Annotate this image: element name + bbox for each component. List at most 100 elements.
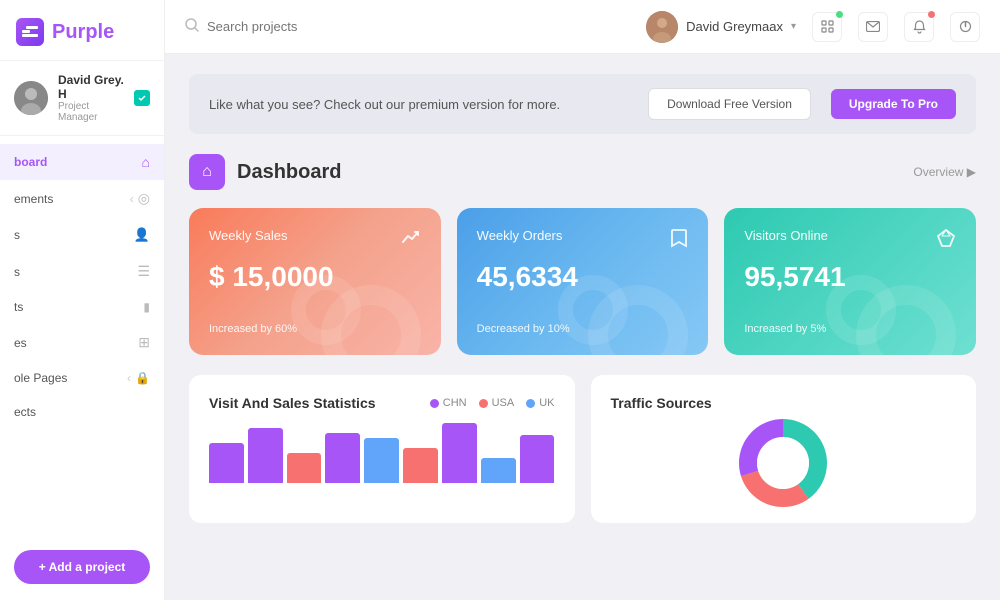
lock-icon: 🔒 bbox=[135, 371, 150, 385]
upgrade-button[interactable]: Upgrade To Pro bbox=[831, 89, 956, 119]
list-icon: ☰ bbox=[137, 263, 150, 280]
legend-chn: CHN bbox=[430, 397, 467, 409]
dashboard-overview[interactable]: Overview ▶ bbox=[913, 165, 976, 179]
sidebar-item-dashboard[interactable]: board ⌂ bbox=[0, 144, 164, 180]
search-wrap bbox=[185, 18, 630, 35]
nav-label-tables: es bbox=[14, 336, 27, 350]
sidebar-user: David Grey. H Project Manager bbox=[0, 61, 164, 136]
topbar: David Greymaax ▾ bbox=[165, 0, 1000, 54]
legend-label-uk: UK bbox=[539, 397, 554, 409]
card-title-visitors: Visitors Online bbox=[744, 228, 828, 243]
logo-icon bbox=[16, 18, 44, 46]
bookmark-icon bbox=[670, 228, 688, 253]
bar-7 bbox=[442, 423, 477, 483]
legend-uk: UK bbox=[526, 397, 554, 409]
nav-label-contacts: s bbox=[14, 228, 20, 242]
bell-badge bbox=[928, 11, 935, 18]
card-change-sales: Increased by 60% bbox=[209, 323, 421, 335]
stat-card-sales: Weekly Sales $ 15,0000 Increased by 60% bbox=[189, 208, 441, 355]
visit-stats-title: Visit And Sales Statistics bbox=[209, 395, 376, 411]
bar-3 bbox=[287, 453, 322, 483]
donut-chart bbox=[611, 423, 957, 503]
stat-cards: Weekly Sales $ 15,0000 Increased by 60% bbox=[189, 208, 976, 355]
user-role: Project Manager bbox=[58, 101, 124, 123]
dot-chn bbox=[430, 399, 439, 408]
logo-area: Purple bbox=[0, 0, 164, 61]
legend-label-chn: CHN bbox=[443, 397, 467, 409]
main-content: David Greymaax ▾ bbox=[165, 0, 1000, 600]
sidebar-item-charts[interactable]: ts ▮ bbox=[0, 290, 164, 324]
avatar bbox=[14, 81, 48, 115]
power-button[interactable] bbox=[950, 12, 980, 42]
promo-text: Like what you see? Check out our premium… bbox=[209, 97, 628, 112]
user-name: David Grey. H bbox=[58, 73, 124, 101]
sidebar-item-contacts[interactable]: s 👤 bbox=[0, 217, 164, 253]
bar-4 bbox=[325, 433, 360, 483]
bottom-grid: Visit And Sales Statistics CHN USA UK bbox=[189, 375, 976, 523]
sidebar-item-elements[interactable]: ements ‹ ◎ bbox=[0, 180, 164, 217]
topbar-avatar bbox=[646, 11, 678, 43]
chevron-down-icon: ▾ bbox=[791, 21, 796, 32]
bar-2 bbox=[248, 428, 283, 483]
nav-label-projects: ects bbox=[14, 405, 36, 419]
bar-1 bbox=[209, 443, 244, 483]
sidebar-item-pages[interactable]: ole Pages ‹ 🔒 bbox=[0, 361, 164, 395]
user-info: David Grey. H Project Manager bbox=[58, 73, 124, 123]
app-name: Purple bbox=[52, 21, 114, 44]
topbar-username: David Greymaax bbox=[686, 19, 783, 34]
stat-card-visitors: Visitors Online 95,5741 Increased by 5% bbox=[724, 208, 976, 355]
sidebar-item-lists[interactable]: s ☰ bbox=[0, 253, 164, 290]
nav-label-pages: ole Pages bbox=[14, 371, 67, 385]
bell-button[interactable] bbox=[904, 12, 934, 42]
traffic-sources-title: Traffic Sources bbox=[611, 395, 712, 411]
sidebar-item-projects[interactable]: ects bbox=[0, 395, 164, 429]
visit-stats-card: Visit And Sales Statistics CHN USA UK bbox=[189, 375, 575, 523]
nav-label-charts: ts bbox=[14, 300, 23, 314]
search-input[interactable] bbox=[207, 19, 407, 34]
sidebar-item-tables[interactable]: es ⊞ bbox=[0, 324, 164, 361]
bar-6 bbox=[403, 448, 438, 483]
search-icon bbox=[185, 18, 199, 35]
dot-usa bbox=[479, 399, 488, 408]
bar-5 bbox=[364, 438, 399, 483]
dot-uk bbox=[526, 399, 535, 408]
card-change-visitors: Increased by 5% bbox=[744, 323, 956, 335]
add-project-button[interactable]: + Add a project bbox=[14, 550, 150, 584]
bar-8 bbox=[481, 458, 516, 483]
legend-usa: USA bbox=[479, 397, 515, 409]
user-badge bbox=[134, 90, 150, 106]
dashboard-header: ⌂ Dashboard Overview ▶ bbox=[189, 154, 976, 190]
download-button[interactable]: Download Free Version bbox=[648, 88, 811, 120]
promo-banner: Like what you see? Check out our premium… bbox=[189, 74, 976, 134]
traffic-sources-card: Traffic Sources bbox=[591, 375, 977, 523]
contact-icon: 👤 bbox=[134, 227, 150, 243]
bar-chart bbox=[209, 423, 555, 483]
chevron-left-icon: ‹ bbox=[130, 192, 134, 206]
nav-label-dashboard: board bbox=[14, 155, 47, 169]
sidebar-nav: board ⌂ ements ‹ ◎ s 👤 s ☰ bbox=[0, 136, 164, 540]
mail-button[interactable] bbox=[858, 12, 888, 42]
expand-button[interactable] bbox=[812, 12, 842, 42]
topbar-user[interactable]: David Greymaax ▾ bbox=[646, 11, 796, 43]
visit-stats-legend: CHN USA UK bbox=[430, 397, 555, 409]
nav-label-elements: ements bbox=[14, 192, 53, 206]
chart-icon: ▮ bbox=[143, 300, 150, 314]
dashboard-icon: ⌂ bbox=[189, 154, 225, 190]
card-change-orders: Decreased by 10% bbox=[477, 323, 689, 335]
topbar-right: David Greymaax ▾ bbox=[646, 11, 980, 43]
chevron-left-pages-icon: ‹ bbox=[127, 371, 131, 385]
dashboard-title-wrap: ⌂ Dashboard bbox=[189, 154, 341, 190]
stat-card-orders: Weekly Orders 45,6334 Decreased by 10% bbox=[457, 208, 709, 355]
sidebar: Purple David Grey. H Project Manager boa… bbox=[0, 0, 165, 600]
chart-trend-icon bbox=[401, 228, 421, 253]
home-icon: ⌂ bbox=[142, 154, 150, 170]
diamond-icon bbox=[936, 228, 956, 253]
card-title-sales: Weekly Sales bbox=[209, 228, 288, 243]
content-area: Like what you see? Check out our premium… bbox=[165, 54, 1000, 600]
bar-9 bbox=[520, 435, 555, 483]
elements-icon: ◎ bbox=[138, 190, 150, 207]
legend-label-usa: USA bbox=[492, 397, 515, 409]
table-icon: ⊞ bbox=[138, 334, 150, 351]
card-title-orders: Weekly Orders bbox=[477, 228, 563, 243]
dashboard-title: Dashboard bbox=[237, 161, 341, 184]
